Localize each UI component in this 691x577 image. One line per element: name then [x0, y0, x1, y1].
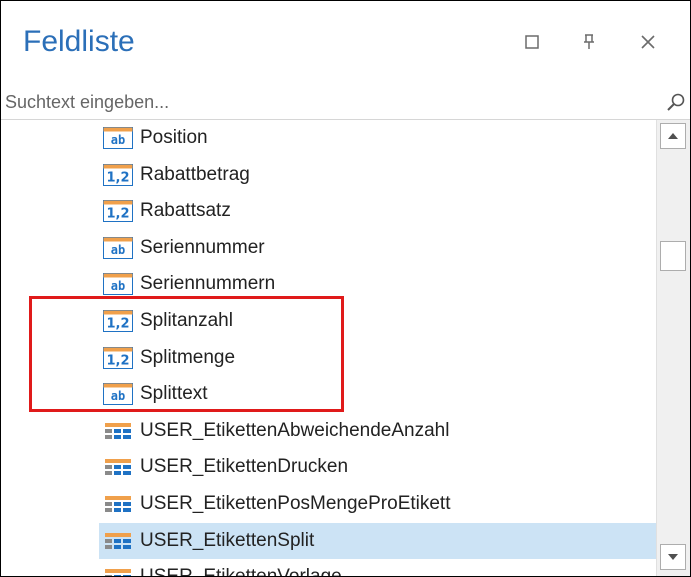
field-label: Splittext — [140, 383, 208, 405]
field-list-item[interactable]: 1,2 Splitmenge — [99, 340, 656, 376]
field-list-item[interactable]: USER_EtikettenVorlage — [99, 559, 656, 576]
svg-text:ab: ab — [111, 279, 125, 293]
field-label: Splitmenge — [140, 346, 236, 368]
pin-button[interactable] — [574, 27, 604, 57]
table-field-icon — [103, 456, 133, 478]
numeric-field-icon: 1,2 — [103, 163, 133, 186]
field-label: Seriennummern — [140, 273, 276, 295]
field-label: USER_EtikettenPosMengeProEtikett — [140, 493, 451, 514]
svg-text:ab: ab — [111, 133, 125, 147]
field-list-item[interactable]: 1,2 Rabattsatz — [99, 193, 656, 229]
maximize-icon — [525, 35, 539, 49]
close-button[interactable] — [633, 27, 663, 57]
svg-text:1,2: 1,2 — [106, 317, 129, 332]
text-field-icon: ab — [103, 236, 133, 259]
field-list: ab Position 1,2 Rabattbetrag 1,2 Rabattsatz ab… — [1, 120, 656, 576]
field-list-item[interactable]: ab Seriennummer — [99, 230, 656, 266]
field-list-item[interactable]: 1,2 Splitanzahl — [99, 303, 656, 339]
field-list-item[interactable]: USER_EtikettenAbweichendeAnzahl — [99, 413, 656, 449]
svg-text:ab: ab — [111, 389, 125, 403]
search-icon[interactable] — [665, 91, 687, 113]
field-label: Splitanzahl — [140, 310, 233, 331]
table-field-icon — [103, 530, 133, 552]
field-list-item[interactable]: USER_EtikettenPosMengeProEtikett — [99, 486, 656, 522]
text-field-icon: ab — [103, 127, 133, 149]
field-list-item[interactable]: ab Seriennummern — [99, 266, 656, 302]
field-list-panel: Feldliste ab Position 1,2 Rabattbetrag 1,2 Ra… — [0, 0, 691, 577]
table-field-icon — [103, 493, 133, 515]
scroll-down-button[interactable] — [660, 544, 686, 570]
svg-text:1,2: 1,2 — [106, 207, 129, 222]
text-field-icon: ab — [103, 273, 133, 296]
table-field-icon — [103, 420, 133, 442]
close-icon — [641, 35, 655, 49]
field-list-item[interactable]: USER_EtikettenDrucken — [99, 449, 656, 485]
table-field-icon — [103, 566, 133, 576]
field-label: Rabattsatz — [140, 200, 231, 222]
svg-text:1,2: 1,2 — [106, 353, 129, 368]
scroll-up-button[interactable] — [660, 123, 686, 149]
arrow-down-icon — [668, 554, 678, 560]
field-list-item[interactable]: USER_EtikettenSplit — [99, 522, 656, 559]
pin-icon — [584, 34, 594, 49]
numeric-field-icon: 1,2 — [103, 310, 133, 332]
field-label: Position — [140, 127, 208, 148]
maximize-button[interactable] — [517, 27, 547, 57]
search-input[interactable] — [5, 89, 655, 115]
field-label: USER_EtikettenSplit — [140, 529, 315, 551]
field-label: Rabattbetrag — [140, 163, 250, 185]
field-label: USER_EtikettenDrucken — [140, 456, 349, 478]
field-list-item[interactable]: ab Position — [99, 120, 656, 156]
scroll-thumb[interactable] — [660, 241, 686, 271]
field-label: USER_EtikettenVorlage — [140, 566, 342, 576]
svg-text:ab: ab — [111, 243, 125, 257]
search-row — [1, 85, 690, 120]
field-label: USER_EtikettenAbweichendeAnzahl — [140, 419, 450, 441]
numeric-field-icon: 1,2 — [103, 200, 133, 223]
field-label: Seriennummer — [140, 236, 265, 258]
vertical-scrollbar[interactable] — [656, 120, 690, 576]
field-list-item[interactable]: ab Splittext — [99, 376, 656, 412]
svg-text:1,2: 1,2 — [106, 170, 129, 185]
text-field-icon: ab — [103, 383, 133, 406]
arrow-up-icon — [668, 133, 678, 139]
panel-title: Feldliste — [23, 25, 135, 58]
numeric-field-icon: 1,2 — [103, 346, 133, 369]
field-list-item[interactable]: 1,2 Rabattbetrag — [99, 157, 656, 193]
